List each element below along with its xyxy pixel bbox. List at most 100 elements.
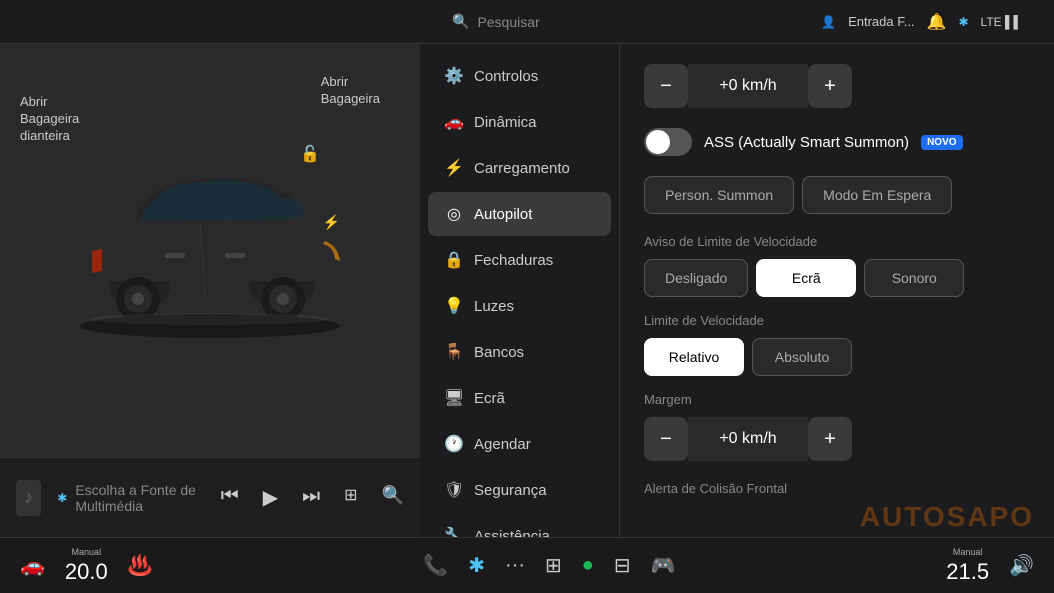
taskbar-more[interactable]: ···	[505, 554, 525, 577]
aviso-velocidade-buttons: Desligado Ecrã Sonoro	[644, 259, 1030, 297]
agendar-label: Agendar	[474, 436, 531, 453]
car-taskbar-icon: 🚗	[20, 553, 45, 578]
search-media-button[interactable]: 🔍	[382, 485, 404, 510]
temp-right-label: Manual	[953, 547, 983, 557]
speed-value-text: +0 km/h	[719, 77, 776, 95]
margem-plus-button[interactable]: +	[808, 417, 852, 461]
bluetooth-taskbar-icon: ✱	[468, 553, 485, 578]
media-controls[interactable]: ⏮ ▶ ⏭ ⊞ 🔍	[221, 485, 404, 510]
car-display	[40, 141, 380, 361]
temp-right-number: 21.5	[946, 559, 989, 585]
trunk-front-text: AbrirBagageiradianteira	[20, 94, 79, 143]
sidebar-item-controlos[interactable]: ⚙️ Controlos	[428, 54, 611, 98]
spotify-icon: ●	[582, 554, 594, 577]
trunk-front-label[interactable]: AbrirBagageiradianteira	[20, 94, 79, 145]
grid-icon: ⊟	[614, 553, 631, 578]
bluetooth-icon: ✱	[958, 15, 968, 29]
settings-content: − +0 km/h + ASS (Actually Smart Summon) …	[620, 44, 1054, 537]
relativo-button[interactable]: Relativo	[644, 338, 744, 376]
margem-control: − +0 km/h +	[644, 417, 1030, 461]
new-badge: NOVO	[921, 135, 962, 150]
media-source-label: Escolha a Fonte de Multimédia	[75, 482, 204, 514]
search-icon: 🔍	[452, 13, 469, 30]
margem-title: Margem	[644, 392, 1030, 407]
margem-plus-icon: +	[824, 428, 836, 451]
ecra-button[interactable]: Ecrã	[756, 259, 856, 297]
speed-minus-button[interactable]: −	[644, 64, 688, 108]
taskbar-spotify[interactable]: ●	[582, 554, 594, 577]
sidebar-item-seguranca[interactable]: 🛡 Segurança	[428, 468, 611, 512]
next-button[interactable]: ⏭	[302, 485, 320, 510]
sonoro-button[interactable]: Sonoro	[864, 259, 964, 297]
taskbar-car[interactable]: 🚗	[20, 553, 45, 578]
sidebar-item-agendar[interactable]: 🕐 Agendar	[428, 422, 611, 466]
luzes-icon: 💡	[444, 296, 464, 316]
minus-icon: −	[660, 75, 672, 98]
taskbar-heat[interactable]: ♨️	[128, 553, 153, 578]
limite-velocidade-buttons: Relativo Absoluto	[644, 338, 1030, 376]
margem-minus-icon: −	[660, 428, 672, 451]
sidebar-item-assistencia[interactable]: 🔧 Assistência	[428, 514, 611, 537]
ass-toggle[interactable]	[644, 128, 692, 156]
fechaduras-icon: 🔒	[444, 250, 464, 270]
bt-icon: ✱	[57, 491, 67, 505]
sidebar-item-dinamica[interactable]: 🚗 Dinâmica	[428, 100, 611, 144]
signal-icon: LTE ▌▌	[981, 15, 1022, 29]
main-content: AbrirBagageiradianteira AbrirBagageira 🔓…	[0, 44, 1054, 537]
dinamica-label: Dinâmica	[474, 114, 537, 131]
taskbar-bluetooth[interactable]: ✱	[468, 553, 485, 578]
taskbar-temp-left[interactable]: Manual 20.0	[65, 547, 108, 585]
absoluto-button[interactable]: Absoluto	[752, 338, 852, 376]
taskbar-volume[interactable]: 🔊	[1009, 553, 1034, 578]
margem-minus-button[interactable]: −	[644, 417, 688, 461]
trunk-rear-label[interactable]: AbrirBagageira	[321, 74, 380, 108]
taskbar-phone[interactable]: 📞	[423, 553, 448, 578]
assistencia-icon: 🔧	[444, 526, 464, 537]
status-icons: 👤 Entrada F... 🔔 ✱ LTE ▌▌	[821, 12, 1022, 32]
apps-icon: ⊞	[545, 553, 562, 578]
search-box[interactable]: 🔍 Pesquisar	[452, 13, 540, 30]
top-bar: 🔍 Pesquisar 👤 Entrada F... 🔔 ✱ LTE ▌▌	[0, 0, 1054, 44]
seguranca-label: Segurança	[474, 482, 547, 499]
equalizer-button[interactable]: ⊞	[344, 485, 357, 510]
taskbar-apps[interactable]: ⊞	[545, 553, 562, 578]
search-placeholder: Pesquisar	[477, 14, 539, 30]
car-svg	[40, 141, 380, 341]
seguranca-icon: 🛡	[444, 480, 464, 500]
summon-buttons: Person. Summon Modo Em Espera	[644, 176, 1030, 214]
volume-icon: 🔊	[1009, 553, 1034, 578]
more-icon: ···	[505, 554, 525, 577]
ass-toggle-row: ASS (Actually Smart Summon) NOVO	[644, 128, 1030, 156]
autopilot-icon: ◎	[444, 204, 464, 224]
sidebar-item-bancos[interactable]: 🪑 Bancos	[428, 330, 611, 374]
prev-button[interactable]: ⏮	[221, 485, 239, 510]
sidebar-item-carregamento[interactable]: ⚡ Carregamento	[428, 146, 611, 190]
taskbar-game[interactable]: 🎮	[651, 553, 676, 578]
speed-value: +0 km/h	[688, 64, 808, 108]
speed-plus-button[interactable]: +	[808, 64, 852, 108]
trunk-rear-text: AbrirBagageira	[321, 74, 380, 106]
luzes-label: Luzes	[474, 298, 514, 315]
sidebar-item-autopilot[interactable]: ◎ Autopilot	[428, 192, 611, 236]
taskbar-temp-right[interactable]: Manual 21.5	[946, 547, 989, 585]
ass-label: ASS (Actually Smart Summon)	[704, 134, 909, 151]
taskbar-grid[interactable]: ⊟	[614, 553, 631, 578]
car-panel: AbrirBagageiradianteira AbrirBagageira 🔓…	[0, 44, 420, 537]
sidebar-item-ecra[interactable]: 🖥 Ecrã	[428, 376, 611, 420]
controlos-icon: ⚙️	[444, 66, 464, 86]
ecra-icon: 🖥	[444, 388, 464, 408]
desligado-button[interactable]: Desligado	[644, 259, 748, 297]
music-icon: ♪	[24, 487, 33, 508]
play-button[interactable]: ▶	[263, 485, 278, 510]
sidebar-item-luzes[interactable]: 💡 Luzes	[428, 284, 611, 328]
person-summon-button[interactable]: Person. Summon	[644, 176, 794, 214]
controlos-label: Controlos	[474, 68, 538, 85]
settings-sidebar: ⚙️ Controlos 🚗 Dinâmica ⚡ Carregamento ◎…	[420, 44, 620, 537]
modo-espera-button[interactable]: Modo Em Espera	[802, 176, 952, 214]
car-area: AbrirBagageiradianteira AbrirBagageira 🔓…	[0, 44, 420, 457]
media-bar: ♪ ✱ Escolha a Fonte de Multimédia ⏮ ▶ ⏭ …	[0, 457, 420, 537]
temp-left-value: 20.0	[65, 559, 108, 585]
limite-velocidade-title: Limite de Velocidade	[644, 313, 1030, 328]
sidebar-item-fechaduras[interactable]: 🔒 Fechaduras	[428, 238, 611, 282]
temp-right-value: 21.5	[946, 559, 989, 585]
